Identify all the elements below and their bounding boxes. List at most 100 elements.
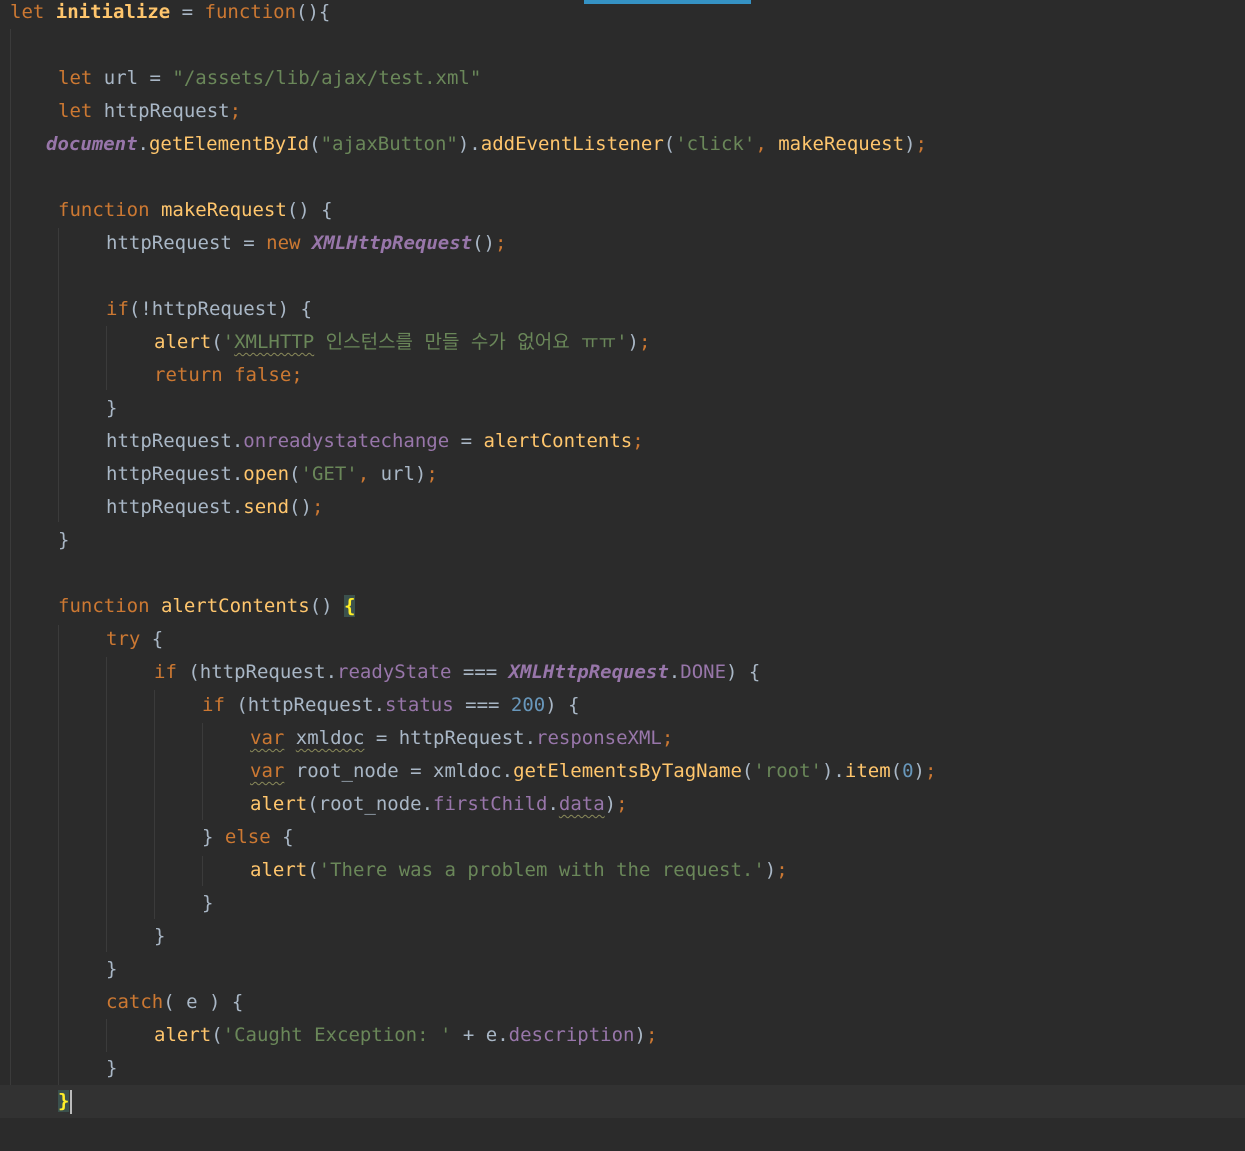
code-line[interactable] [0,161,1245,194]
function-token: addEventListener [480,133,664,155]
code-line[interactable]: if (httpRequest.status === 200) { [0,689,1245,722]
code-line-text: document.getElementById("ajaxButton").ad… [46,128,927,161]
identifier-token: httpRequest. [106,496,244,518]
identifier-token: ( [741,760,754,782]
code-line[interactable]: if (httpRequest.readyState === XMLHttpRe… [0,656,1245,689]
identifier-token: (httpRequest. [224,694,386,716]
code-line[interactable]: alert('XMLHTTP 인스턴스를 만들 수가 없어요 ㅠㅠ'); [0,326,1245,359]
code-line-text: } else { [202,821,294,854]
code-line-text: alert('Caught Exception: ' + e.descripti… [154,1019,657,1052]
identifier-token: + e. [451,1024,509,1046]
code-line[interactable]: let httpRequest; [0,95,1245,128]
current-code-line[interactable]: } [0,1085,1245,1118]
keyword-token: catch [106,991,164,1013]
keyword-token: else [224,826,271,848]
identifier-token: } [154,925,166,947]
code-line-text: } [58,524,69,557]
keyword-token: return false; [154,364,303,386]
string-token: 'There was a problem with the request.' [318,859,765,881]
text-caret [70,1089,73,1114]
function-token: makeRequest [160,199,287,221]
punctuation-token: , [357,463,370,485]
number-token: 0 [902,760,914,782]
code-line[interactable]: } [0,920,1245,953]
code-line[interactable]: function makeRequest() { [0,194,1245,227]
code-line-text: try { [106,623,163,656]
identifier-token: . [137,133,149,155]
identifier-token: ( e ) { [163,991,244,1013]
code-line[interactable]: if(!httpRequest) { [0,293,1245,326]
code-line[interactable]: let initialize = function(){ [0,0,1245,29]
code-line[interactable]: } [0,953,1245,986]
code-line-text: httpRequest.send(); [106,491,323,524]
code-line[interactable]: } [0,887,1245,920]
code-line-text: alert(root_node.firstChild.data); [250,788,628,821]
identifier-token: () [309,595,345,617]
identifier-token: ) [604,793,617,815]
code-line[interactable] [0,260,1245,293]
code-line[interactable]: let url = "/assets/lib/ajax/test.xml" [0,62,1245,95]
identifier-token: . [547,793,559,815]
code-line-text: var xmldoc = httpRequest.responseXML; [250,722,673,755]
string-token: 인스턴스를 만들 수가 없어요 ㅠㅠ' [314,331,628,353]
code-line-text: httpRequest.onreadystatechange = alertCo… [106,425,644,458]
string-token: "ajaxButton" [320,133,458,155]
identifier-token: (){ [296,1,331,23]
keyword-token: function [58,199,150,221]
identifier-token: ( [663,133,676,155]
code-line[interactable]: document.getElementById("ajaxButton").ad… [0,128,1245,161]
punctuation-token: ; [639,331,651,353]
code-line[interactable]: } [0,524,1245,557]
code-line-text: httpRequest.open('GET', url); [106,458,438,491]
code-line[interactable]: httpRequest.onreadystatechange = alertCo… [0,425,1245,458]
code-line[interactable]: httpRequest.send(); [0,491,1245,524]
code-line[interactable] [0,557,1245,590]
code-line[interactable]: } [0,392,1245,425]
identifier-token [150,199,161,221]
string-token: ' [222,331,235,353]
code-line-text: if(!httpRequest) { [106,293,312,326]
code-line-text: function alertContents() { [58,590,356,623]
identifier-token [44,1,55,23]
code-line-text: } [106,1052,117,1085]
identifier-token: } [58,529,70,551]
punctuation-token: ; [661,727,674,749]
identifier-token: httpRequest [92,100,230,122]
function-token: item [844,760,891,782]
identifier-token [300,232,311,254]
class-token: XMLHttpRequest [311,232,473,254]
identifier-token: ) [913,760,925,782]
keyword-token: let [10,1,45,23]
identifier-token: } [106,1057,118,1079]
identifier-token [150,595,161,617]
code-line[interactable]: alert('Caught Exception: ' + e.descripti… [0,1019,1245,1052]
string-token: 'GET' [300,463,358,485]
code-line[interactable]: alert('There was a problem with the requ… [0,854,1245,887]
code-line[interactable] [0,1118,1245,1151]
code-line[interactable]: return false; [0,359,1245,392]
identifier-token: httpRequest. [106,463,244,485]
code-line-text: } [154,920,165,953]
keyword-token: if [154,661,177,683]
property-token: status [385,694,454,716]
code-line[interactable] [0,29,1245,62]
code-line[interactable]: catch( e ) { [0,986,1245,1019]
code-line[interactable]: var xmldoc = httpRequest.responseXML; [0,722,1245,755]
code-line[interactable]: alert(root_node.firstChild.data); [0,788,1245,821]
code-line[interactable]: try { [0,623,1245,656]
code-line[interactable]: } [0,1052,1245,1085]
code-line[interactable]: var root_node = xmldoc.getElementsByTagN… [0,755,1245,788]
identifier-token: ( [890,760,903,782]
identifier-token: ). [821,760,845,782]
code-editor[interactable]: let initialize = function(){ let url = "/… [0,0,1245,1137]
code-line-text: let initialize = function(){ [10,0,330,29]
code-line[interactable]: httpRequest = new XMLHttpRequest(); [0,227,1245,260]
identifier-token: httpRequest = [106,232,267,254]
code-line-text: } [106,953,117,986]
identifier-token: ) [627,331,639,353]
code-line[interactable]: httpRequest.open('GET', url); [0,458,1245,491]
identifier-token: } [106,397,118,419]
code-line[interactable]: function alertContents() { [0,590,1245,623]
code-line[interactable]: } else { [0,821,1245,854]
function-token: alertContents [483,430,633,452]
